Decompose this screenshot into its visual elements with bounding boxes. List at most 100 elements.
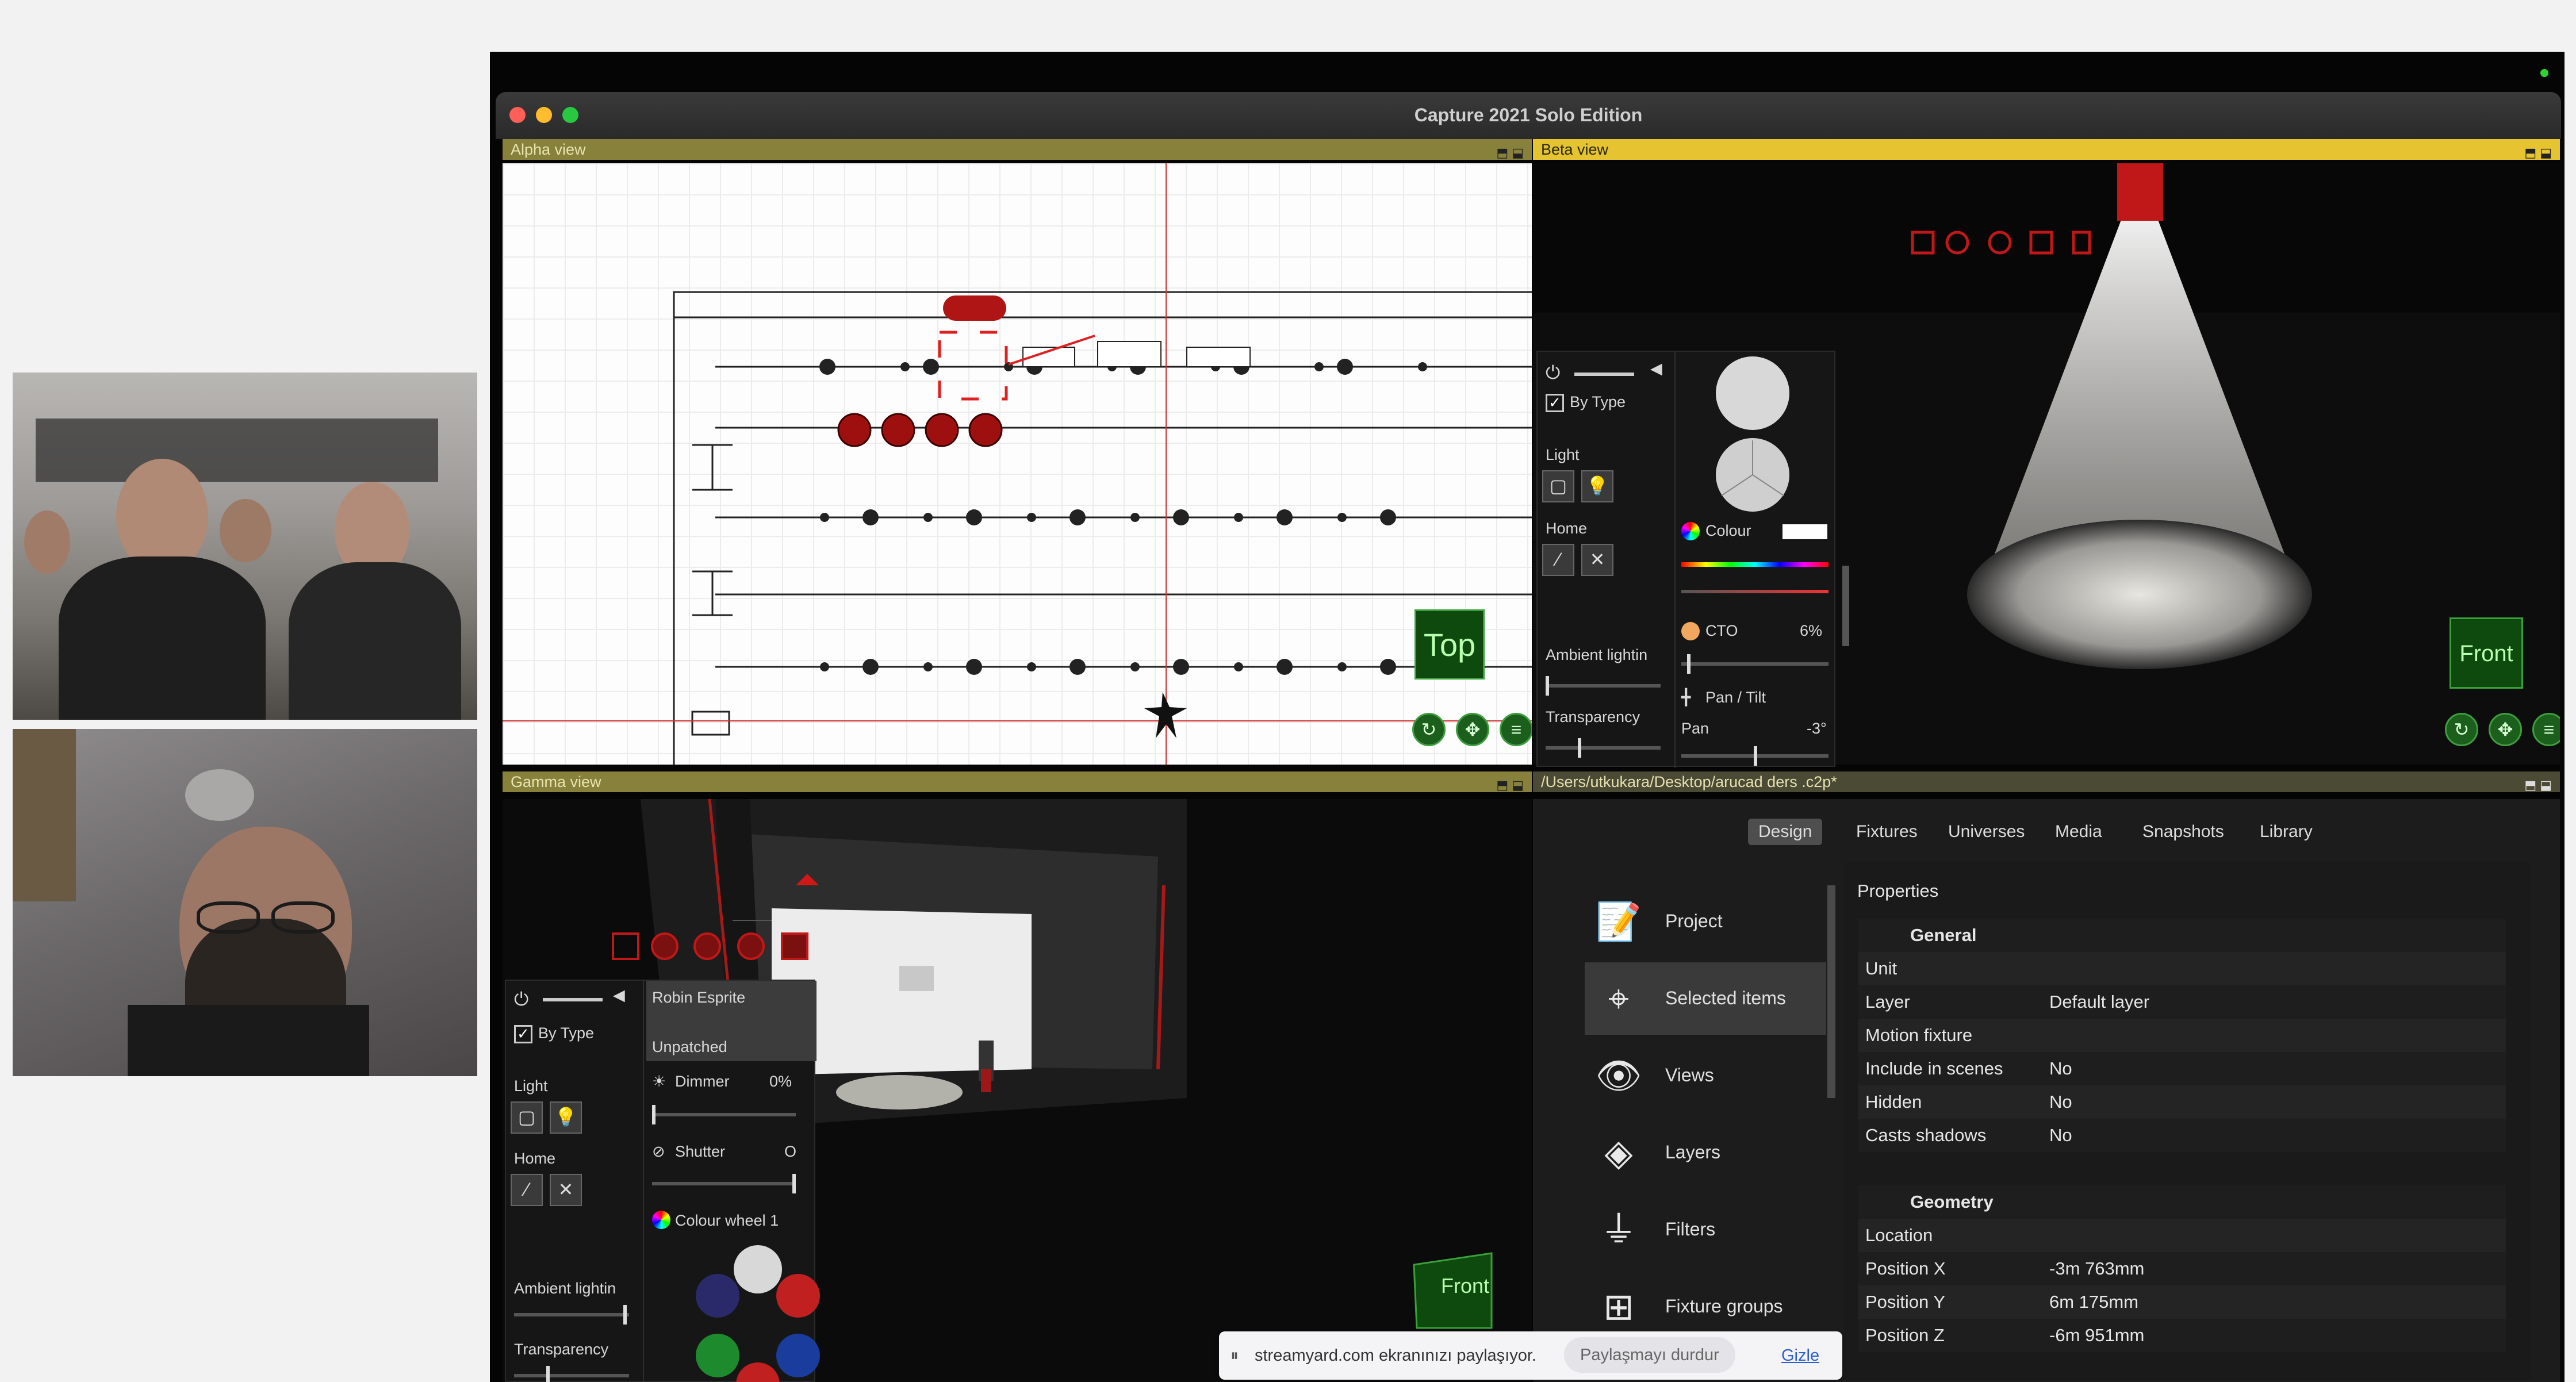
property-value[interactable]: -3m 763mm [2049,1252,2144,1285]
pin-icon[interactable]: ⬒⬓ [2524,775,2555,796]
view-orientation-top[interactable]: Top [1414,609,1485,680]
hide-button[interactable]: Gizle [1781,1346,1819,1365]
home-pan-icon[interactable]: ⁄ [511,1174,543,1206]
pin-icon[interactable]: ⬒⬓ [1496,143,1527,163]
light-label: Light [514,1077,548,1095]
view-orientation-front[interactable]: Front [2450,617,2523,689]
menu-scrollbar[interactable] [1827,885,1835,1098]
fixture-name: Robin Esprite [652,989,746,1006]
light-bulb-icon[interactable]: 💡 [1581,470,1613,502]
by-type-checkbox[interactable]: ✓ By Type [514,1024,594,1043]
property-row[interactable]: Casts shadows No [1858,1119,2506,1152]
pin-icon[interactable]: ⬒⬓ [2524,143,2555,163]
pan-view-icon[interactable]: ✥ [2489,713,2522,746]
property-row[interactable]: Include in scenes No [1858,1052,2506,1085]
property-value[interactable]: No [2049,1085,2072,1119]
transparency-slider[interactable] [514,1366,629,1382]
property-row[interactable]: Position Y 6m 175mm [1858,1285,2506,1319]
by-type-label: By Type [1570,393,1626,410]
property-section[interactable]: Geometry [1858,1185,2506,1219]
ambient-slider[interactable] [1546,676,1661,696]
tab-fixtures[interactable]: Fixtures [1846,819,1928,845]
saturation-slider[interactable] [1681,590,1828,593]
by-type-checkbox[interactable]: ✓ By Type [1546,393,1626,412]
property-row[interactable]: Motion fixture [1858,1019,2506,1052]
pan-tilt-icon: ╋ [1681,689,1691,706]
alpha-view-canvas[interactable]: Top ↻ ✥ ≡ [503,163,1532,765]
panel-scrollbar[interactable] [1842,566,1849,646]
window-title: Capture 2021 Solo Edition [1414,105,1643,125]
property-row[interactable]: Layer Default layer [1858,985,2506,1019]
colour-swatch[interactable] [1782,524,1827,539]
property-value[interactable]: Default layer [2049,985,2149,1019]
dimmer-slider[interactable] [652,1105,796,1124]
menu-item-filters[interactable]: ⏚ Filters [1585,1193,1826,1266]
property-row[interactable]: Unit [1858,952,2506,985]
property-value[interactable]: -6m 951mm [2049,1319,2144,1352]
tab-universes[interactable]: Universes [1938,819,2035,845]
home-reset-icon[interactable]: ✕ [1581,544,1613,576]
shutter-slider[interactable] [652,1174,796,1193]
share-text: streamyard.com ekranınızı paylaşıyor. [1255,1346,1536,1365]
pause-icon: ⏸ [1230,1346,1239,1364]
colour-wheel-slots[interactable] [696,1239,820,1382]
power-icon[interactable]: ⏻ [1546,362,1560,384]
stop-sharing-button[interactable]: Paylaşmayı durdur [1564,1337,1735,1373]
gamma-control-panel: ⏻ ◀ ✓ By Type Light ▢ 💡 Home ⁄ ✕ Ambient … [505,980,820,1382]
collapse-icon[interactable]: ◀ [1650,360,1662,378]
property-row[interactable]: Position X -3m 763mm [1858,1252,2506,1285]
menu-item-label: Views [1665,1065,1714,1085]
menu-item-label: Selected items [1665,988,1786,1008]
pan-view-icon[interactable]: ✥ [1456,713,1489,746]
screen-share-banner: ⏸ streamyard.com ekranınızı paylaşıyor. … [1219,1331,1842,1380]
intensity-slider[interactable] [543,998,603,1001]
section-header: General [1910,925,1977,945]
transparency-slider[interactable] [1546,738,1661,758]
menu-item-layers[interactable]: ◈ Layers [1585,1116,1826,1189]
dimmer-label: Dimmer [675,1073,730,1090]
property-key: Motion fixture [1865,1025,1973,1045]
menu-item-project[interactable]: 📝 Project [1585,885,1826,958]
colour-icon [1681,522,1700,540]
hue-slider[interactable] [1681,562,1828,567]
property-key: Location [1865,1225,1933,1245]
property-row[interactable]: Hidden No [1858,1085,2506,1119]
webcam-tile-classroom [13,373,477,720]
rotate-view-icon[interactable]: ↻ [1412,713,1446,746]
view-menu-icon[interactable]: ≡ [1500,713,1532,746]
menu-item-selected-items[interactable]: ⌖ Selected items [1585,962,1826,1035]
light-off-icon[interactable]: ▢ [1542,470,1574,502]
menu-item-views[interactable]: 👁 Views [1585,1039,1826,1112]
property-section[interactable]: General [1858,919,2506,952]
pan-slider[interactable] [1681,746,1828,766]
property-value[interactable]: No [2049,1119,2072,1152]
property-row[interactable]: Location [1858,1219,2506,1252]
power-icon[interactable]: ⏻ [514,989,528,1011]
light-bulb-icon[interactable]: 💡 [550,1101,582,1134]
home-pan-icon[interactable]: ⁄ [1542,544,1574,576]
home-label: Home [514,1150,556,1167]
tab-library[interactable]: Library [2249,819,2323,845]
ambient-slider[interactable] [514,1305,629,1325]
beta-control-panel: ⏻ ◀ ✓ By Type Light ▢ 💡 Home ⁄ ✕ Ambient … [1536,351,1849,768]
property-key: Include in scenes [1865,1058,2003,1078]
cto-slider[interactable] [1681,654,1828,674]
home-reset-icon[interactable]: ✕ [550,1174,582,1206]
light-off-icon[interactable]: ▢ [511,1101,543,1134]
fixture-groups-icon: ⊞ [1603,1286,1634,1327]
property-value[interactable]: No [2049,1052,2072,1085]
tab-design[interactable]: Design [1748,819,1823,845]
shutter-icon: ⊘ [652,1143,665,1160]
tab-media[interactable]: Media [2045,819,2113,845]
tab-snapshots[interactable]: Snapshots [2132,819,2234,845]
gobo-wheel-icon[interactable] [1716,438,1789,512]
view-orientation-front[interactable]: Front [1441,1274,1489,1298]
property-value[interactable]: 6m 175mm [2049,1285,2138,1319]
intensity-slider[interactable] [1574,373,1634,376]
pin-icon[interactable]: ⬒⬓ [1496,775,1527,796]
rotate-view-icon[interactable]: ↻ [2445,713,2478,746]
property-key: Position Z [1865,1325,1945,1345]
collapse-icon[interactable]: ◀ [613,986,625,1004]
property-row[interactable]: Position Z -6m 951mm [1858,1319,2506,1352]
colour-wheel-label: Colour wheel 1 [675,1212,779,1229]
